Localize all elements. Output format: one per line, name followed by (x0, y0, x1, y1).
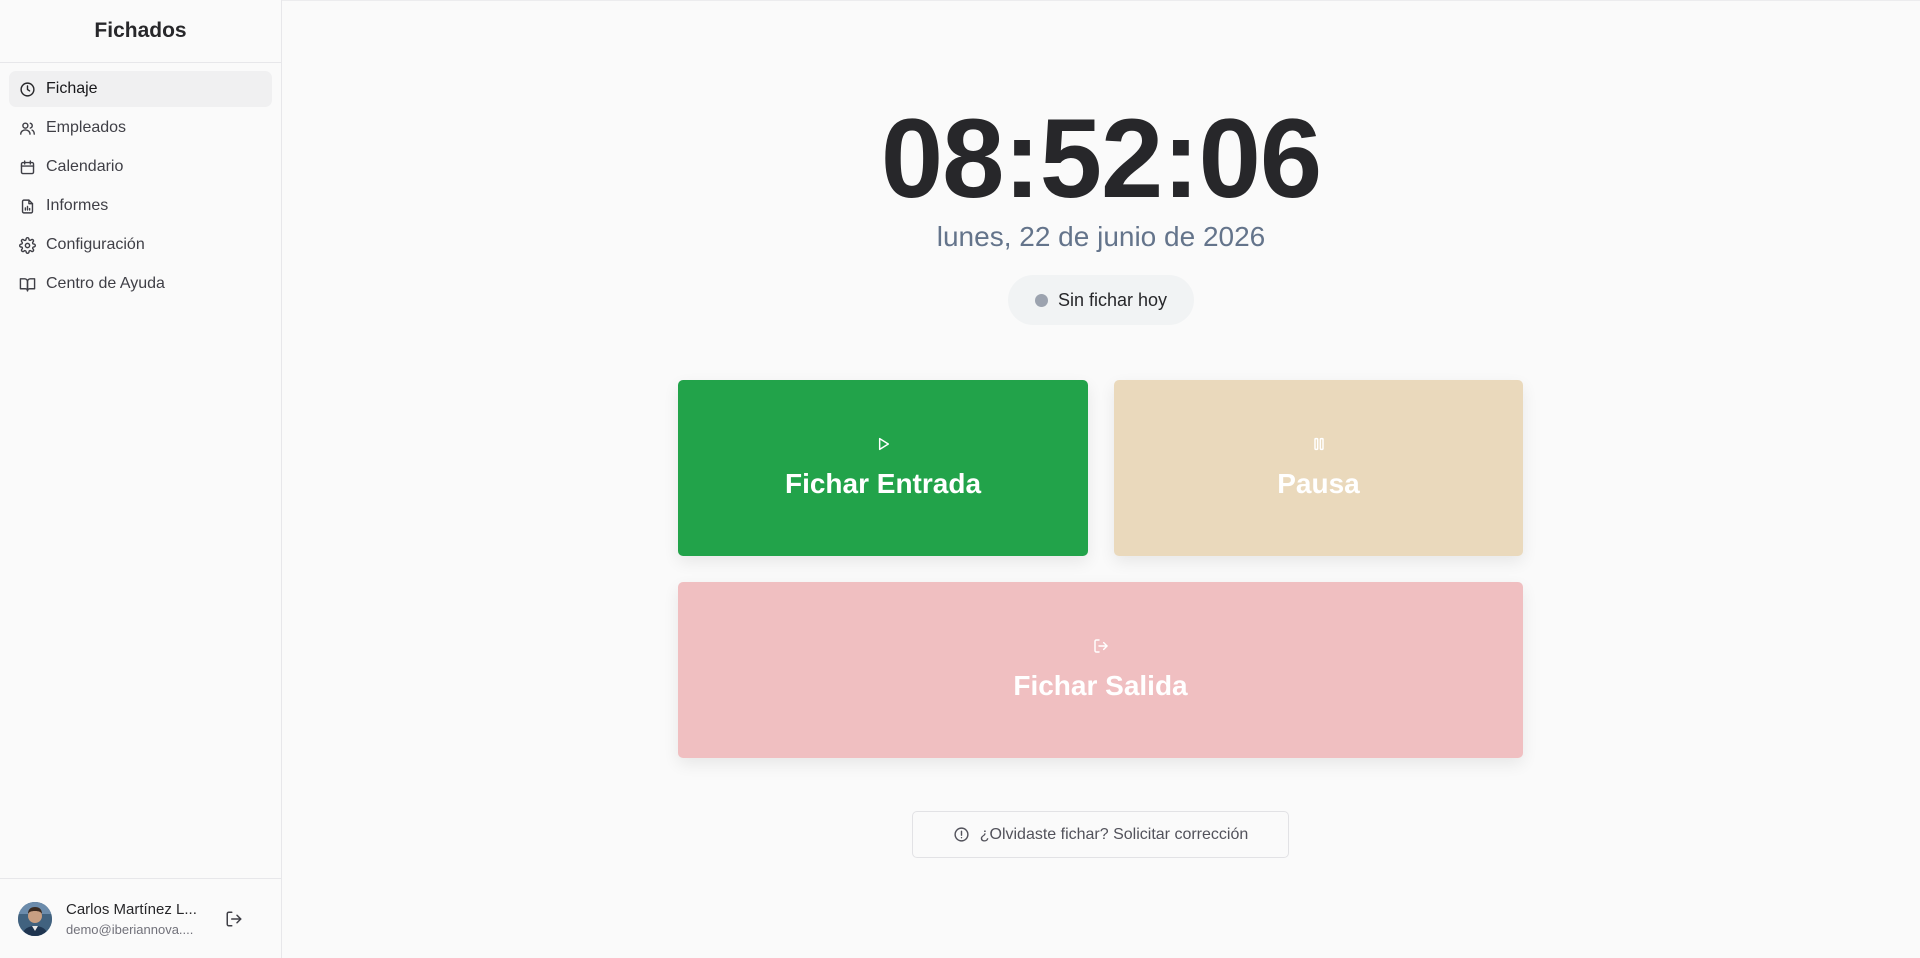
user-info: Carlos Martínez L... demo@iberiannova...… (66, 901, 206, 937)
date-display: lunes, 22 de junio de 2026 (936, 221, 1266, 252)
fichar-entrada-button[interactable]: Fichar Entrada (678, 380, 1088, 556)
users-icon (19, 120, 36, 137)
status-label: Sin fichar hoy (1057, 289, 1168, 310)
logout-icon (225, 910, 243, 928)
fichar-salida-label: Fichar Salida (1013, 670, 1188, 701)
sidebar-item-centro-de-ayuda[interactable]: Centro de Ayuda (9, 266, 272, 302)
status-dot (1034, 293, 1048, 307)
app-brand: Fichados (0, 0, 281, 63)
pausa-button[interactable]: Pausa (1114, 380, 1523, 556)
sidebar-item-label: Configuración (46, 236, 145, 253)
exit-icon (1093, 638, 1109, 654)
sidebar-item-label: Informes (46, 197, 109, 214)
avatar (18, 901, 52, 936)
fichar-entrada-label: Fichar Entrada (784, 468, 982, 499)
book-icon (19, 276, 36, 293)
app: Fichados Fichaje Empleados Calendario In… (0, 0, 1920, 958)
sidebar-item-label: Empleados (46, 119, 127, 136)
pause-icon (1311, 436, 1327, 452)
pausa-label: Pausa (1277, 468, 1360, 499)
user-name: Carlos Martínez L... (66, 900, 197, 918)
fichar-salida-button[interactable]: Fichar Salida (678, 582, 1523, 758)
sidebar: Fichados Fichaje Empleados Calendario In… (0, 0, 282, 958)
user-email: demo@iberiannova.... (66, 921, 194, 937)
sidebar-item-informes[interactable]: Informes (9, 188, 272, 224)
sidebar-nav: Fichaje Empleados Calendario Informes Co… (0, 63, 281, 313)
sidebar-item-label: Calendario (46, 158, 124, 175)
status-badge: Sin fichar hoy (1008, 275, 1194, 325)
gear-icon (19, 236, 36, 254)
request-correction-button[interactable]: ¿Olvidaste fichar? Solicitar corrección (912, 811, 1289, 858)
sidebar-item-configuracion[interactable]: Configuración (9, 227, 272, 263)
sidebar-item-fichaje[interactable]: Fichaje (9, 71, 272, 107)
calendar-icon (19, 159, 36, 176)
sidebar-item-label: Centro de Ayuda (46, 275, 165, 292)
sidebar-item-calendario[interactable]: Calendario (9, 149, 272, 185)
play-icon (875, 436, 891, 452)
user-panel: Carlos Martínez L... demo@iberiannova...… (0, 878, 281, 958)
clock-icon (19, 81, 36, 98)
alert-circle-icon (953, 826, 970, 843)
sidebar-item-label: Fichaje (46, 80, 98, 97)
main-content: 08:52:06 lunes, 22 de junio de 2026 Sin … (282, 0, 1920, 958)
file-chart-icon (19, 198, 36, 215)
request-correction-label: ¿Olvidaste fichar? Solicitar corrección (979, 825, 1249, 843)
logout-button[interactable] (220, 905, 248, 933)
sidebar-item-empleados[interactable]: Empleados (9, 110, 272, 146)
clock-display: 08:52:06 (880, 96, 1322, 221)
